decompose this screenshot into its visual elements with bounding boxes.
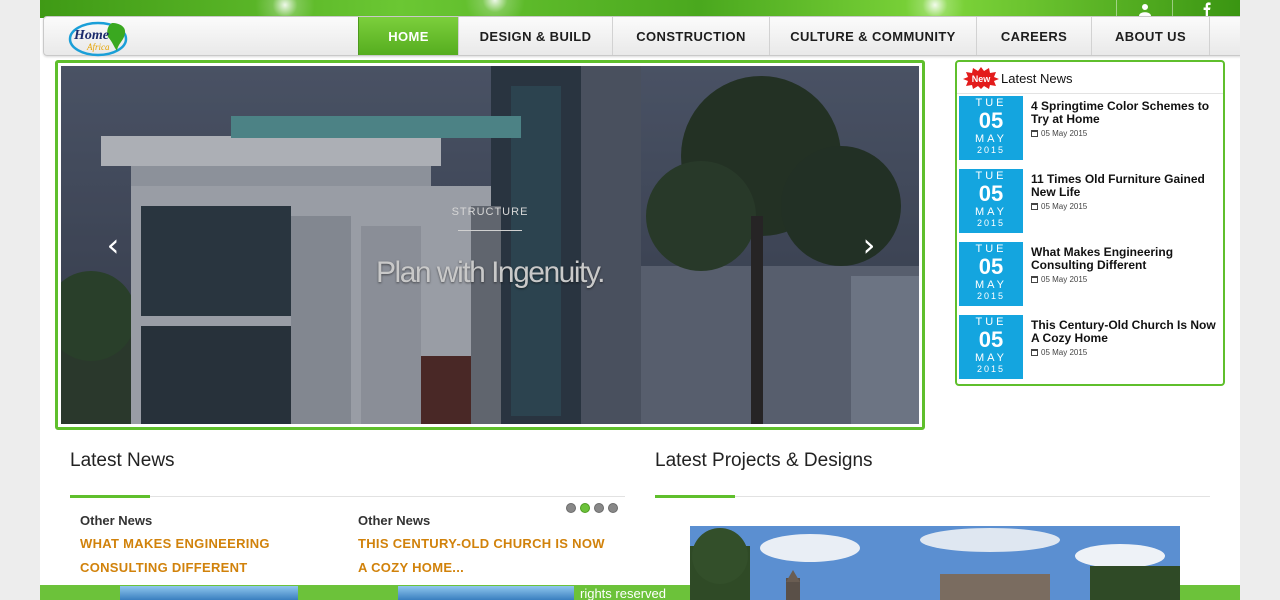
other-news-label: Other News: [358, 513, 431, 528]
svg-text:Home: Home: [73, 28, 109, 43]
latest-news-section-title: Latest News: [70, 450, 175, 471]
news-item-title[interactable]: This Century-Old Church Is Now A Cozy Ho…: [1031, 319, 1223, 345]
latest-news-sidebar: New Latest News TUE 05 MAY 2015 4 Spring…: [955, 60, 1225, 386]
news-item-title[interactable]: What Makes Engineering Consulting Differ…: [1031, 246, 1223, 272]
carousel-dot-active[interactable]: [580, 503, 590, 513]
news-item[interactable]: TUE 05 MAY 2015 What Makes Engineering C…: [959, 242, 1221, 308]
other-news-label: Other News: [80, 513, 153, 528]
calendar-icon: [1031, 203, 1038, 210]
latest-projects-section-title: Latest Projects & Designs: [655, 450, 873, 471]
footer-copyright: rights reserved: [580, 586, 666, 600]
other-news-column: Other News WHAT MAKES ENGINEERING CONSUL…: [80, 513, 330, 580]
slider-image: STRUCTURE Plan with Ingenuity. ‹ ›: [61, 66, 919, 424]
hero-slider: STRUCTURE Plan with Ingenuity. ‹ ›: [55, 60, 925, 430]
nav-item-culture-community[interactable]: CULTURE & COMMUNITY: [769, 17, 976, 55]
date-block: TUE 05 MAY 2015: [959, 169, 1023, 233]
home-africa-logo[interactable]: Home Africa: [68, 19, 132, 57]
news-item-date: 05 May 2015: [1041, 129, 1088, 138]
news-item[interactable]: TUE 05 MAY 2015 This Century-Old Church …: [959, 315, 1221, 381]
news-thumbnail[interactable]: [120, 586, 298, 600]
project-image[interactable]: [690, 526, 1180, 600]
section-divider: [655, 496, 1210, 497]
new-badge-icon: New: [963, 67, 999, 89]
news-item[interactable]: TUE 05 MAY 2015 4 Springtime Color Schem…: [959, 96, 1221, 162]
news-item-date: 05 May 2015: [1041, 202, 1088, 211]
nav-item-careers[interactable]: CAREERS: [976, 17, 1091, 55]
slide-divider: [458, 230, 522, 231]
news-item-date: 05 May 2015: [1041, 348, 1088, 357]
carousel-dot[interactable]: [608, 503, 618, 513]
nav-item-about-us[interactable]: ABOUT US: [1091, 17, 1210, 55]
date-block: TUE 05 MAY 2015: [959, 242, 1023, 306]
news-thumbnail[interactable]: [398, 586, 574, 600]
carousel-dot[interactable]: [566, 503, 576, 513]
page: Home Africa HOME DESIGN & BUILD CONSTRUC…: [40, 0, 1240, 600]
main-menu: HOME DESIGN & BUILD CONSTRUCTION CULTURE…: [358, 17, 1210, 55]
nav-item-design-build[interactable]: DESIGN & BUILD: [458, 17, 612, 55]
news-item-title[interactable]: 11 Times Old Furniture Gained New Life: [1031, 173, 1223, 199]
main-navbar: Home Africa HOME DESIGN & BUILD CONSTRUC…: [43, 16, 1240, 57]
news-carousel-dots: [566, 503, 618, 513]
svg-text:New: New: [972, 74, 992, 84]
date-block: TUE 05 MAY 2015: [959, 315, 1023, 379]
section-accent-bar: [70, 495, 150, 498]
slider-prev-arrow-icon[interactable]: ‹: [101, 228, 125, 262]
slide-headline: Plan with Ingenuity.: [376, 256, 605, 289]
news-item-title[interactable]: 4 Springtime Color Schemes to Try at Hom…: [1031, 100, 1223, 126]
section-divider: [70, 496, 625, 497]
nav-item-home[interactable]: HOME: [358, 17, 458, 55]
date-block: TUE 05 MAY 2015: [959, 96, 1023, 160]
svg-text:Africa: Africa: [86, 42, 110, 52]
slider-next-arrow-icon[interactable]: ›: [857, 228, 881, 262]
other-news-column: Other News THIS CENTURY-OLD CHURCH IS NO…: [358, 513, 608, 580]
news-item[interactable]: TUE 05 MAY 2015 11 Times Old Furniture G…: [959, 169, 1221, 235]
other-news-link[interactable]: THIS CENTURY-OLD CHURCH IS NOW A COZY HO…: [358, 532, 608, 580]
section-accent-bar: [655, 495, 735, 498]
carousel-dot[interactable]: [594, 503, 604, 513]
calendar-icon: [1031, 276, 1038, 283]
latest-news-title: Latest News: [1001, 71, 1073, 86]
news-item-date: 05 May 2015: [1041, 275, 1088, 284]
latest-news-header: New Latest News: [957, 62, 1223, 94]
nav-item-construction[interactable]: CONSTRUCTION: [612, 17, 769, 55]
calendar-icon: [1031, 349, 1038, 356]
slide-category: STRUCTURE: [451, 206, 529, 218]
other-news-link[interactable]: WHAT MAKES ENGINEERING CONSULTING DIFFER…: [80, 532, 330, 580]
calendar-icon: [1031, 130, 1038, 137]
